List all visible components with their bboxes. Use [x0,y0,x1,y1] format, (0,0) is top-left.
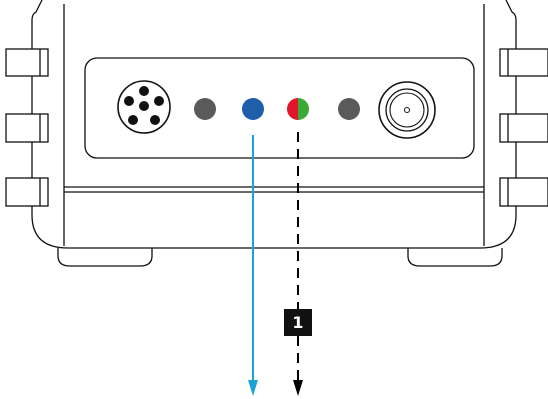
led-indicator-2 [242,98,264,120]
connector-pin [124,96,134,106]
arrow-dashed-head [293,380,303,396]
connector-pin [150,115,160,125]
callout-number: 1 [292,313,303,332]
connector-pin [139,86,149,96]
led-indicator-1 [194,98,216,120]
foot-right [407,248,503,267]
arrow-dashed [293,132,303,396]
foot-left [57,248,153,267]
connector-pin [128,115,138,125]
connector-pin [154,96,164,106]
arrow-blue-head [248,380,258,396]
led-indicator-3-green-half [298,98,309,120]
callout-1: 1 [284,309,312,336]
device-body [31,0,517,267]
connector-pin [139,101,149,111]
arrow-blue [248,135,258,396]
housing-outline [31,0,517,249]
coax-center-pin [404,107,410,113]
six-pin-connector [117,80,171,134]
side-clips-right [499,48,548,207]
device-diagram: 1 [5,0,548,396]
coaxial-connector [378,81,436,139]
led-indicator-3 [287,98,309,120]
side-clips-left [5,48,49,207]
led-indicator-4 [338,98,360,120]
led-indicator-3-red-half [287,98,298,120]
